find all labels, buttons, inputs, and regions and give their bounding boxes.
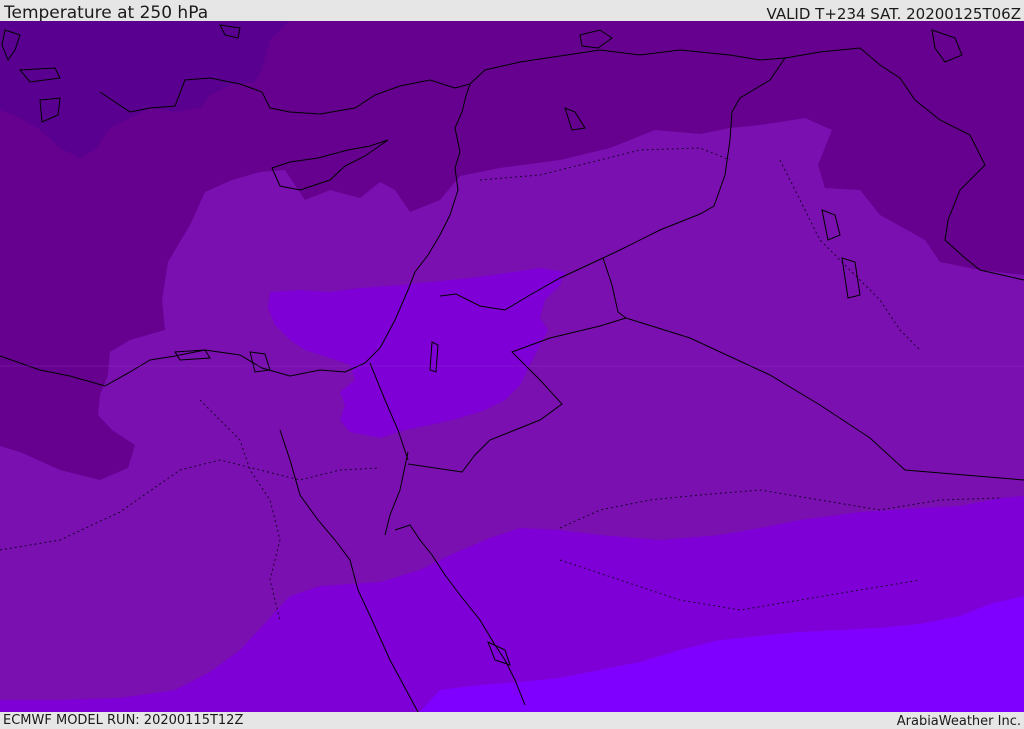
model-run-label: ECMWF MODEL RUN: 20200115T12Z — [3, 713, 244, 728]
title-bar: Temperature at 250 hPa VALID T+234 SAT. … — [0, 0, 1024, 23]
map-viewer: Temperature at 250 hPa VALID T+234 SAT. … — [0, 0, 1024, 729]
footer-bar: ECMWF MODEL RUN: 20200115T12Z ArabiaWeat… — [0, 712, 1024, 729]
credit-label: ArabiaWeather Inc. — [896, 714, 1021, 729]
map-canvas — [0, 21, 1024, 712]
weather-map[interactable] — [0, 21, 1024, 712]
